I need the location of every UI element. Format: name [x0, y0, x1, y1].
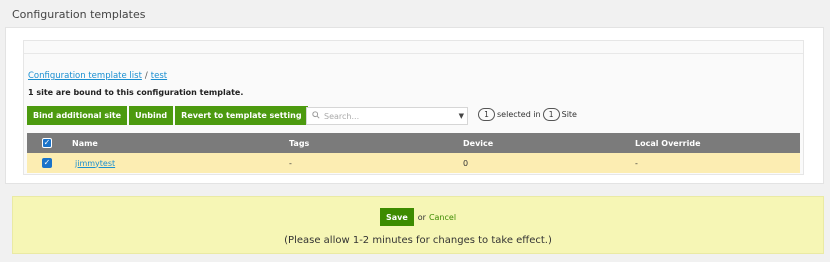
bind-additional-site-button[interactable]: Bind additional site: [27, 106, 128, 125]
revert-to-template-button[interactable]: Revert to template setting: [175, 106, 308, 125]
breadcrumb-current-template-link[interactable]: test: [151, 71, 167, 81]
total-count-badge: 1: [542, 108, 560, 121]
divider: [24, 53, 803, 54]
search-icon: [312, 110, 320, 122]
select-all-checkbox[interactable]: ✓: [42, 133, 52, 153]
row-local-override: -: [635, 158, 638, 168]
breadcrumb: Configuration template list / test: [28, 71, 167, 81]
save-actions: Save or Cancel: [13, 208, 823, 226]
save-button[interactable]: Save: [379, 208, 414, 226]
bound-sites-summary: 1 site are bound to this configuration t…: [28, 88, 244, 97]
column-header-local-override[interactable]: Local Override: [635, 133, 701, 153]
search-input[interactable]: Search... ▼: [306, 107, 468, 125]
template-detail-card: Configuration template list / test 1 site …: [5, 27, 824, 184]
row-checkbox[interactable]: ✓: [42, 153, 52, 173]
toolbar: Bind additional site Unbind Revert to te…: [27, 106, 310, 125]
selected-count-badge: 1: [478, 108, 495, 121]
template-detail-inner: Configuration template list / test 1 site …: [23, 40, 804, 175]
row-device-count: 0: [463, 158, 469, 168]
cancel-link[interactable]: Cancel: [429, 213, 456, 222]
row-tags: -: [289, 158, 292, 168]
checkbox-checked-icon: ✓: [42, 138, 52, 148]
breadcrumb-separator: /: [144, 71, 148, 81]
column-header-device[interactable]: Device: [463, 133, 493, 153]
column-header-tags[interactable]: Tags: [289, 133, 309, 153]
column-header-name[interactable]: Name: [72, 133, 98, 153]
breadcrumb-template-list-link[interactable]: Configuration template list: [28, 71, 142, 81]
site-name-link[interactable]: jimmytest: [75, 153, 115, 173]
save-panel: Save or Cancel (Please allow 1-2 minutes…: [12, 196, 824, 254]
selection-summary: 1 selected in 1 Site: [476, 108, 577, 121]
or-text: or: [417, 212, 426, 222]
changes-note: (Please allow 1-2 minutes for changes to…: [284, 235, 552, 246]
page-title: Configuration templates: [12, 8, 146, 21]
chevron-down-icon[interactable]: ▼: [459, 112, 464, 120]
site-text: Site: [561, 110, 577, 119]
selected-in-text: selected in: [497, 110, 541, 119]
search-placeholder: Search...: [324, 111, 360, 121]
sites-table: ✓ Name Tags Device Local Override ✓ jimm…: [27, 133, 800, 173]
checkbox-checked-icon: ✓: [42, 158, 52, 168]
table-row[interactable]: ✓ jimmytest - 0 -: [27, 153, 800, 173]
unbind-button[interactable]: Unbind: [129, 106, 174, 125]
table-header: ✓ Name Tags Device Local Override: [27, 133, 800, 153]
